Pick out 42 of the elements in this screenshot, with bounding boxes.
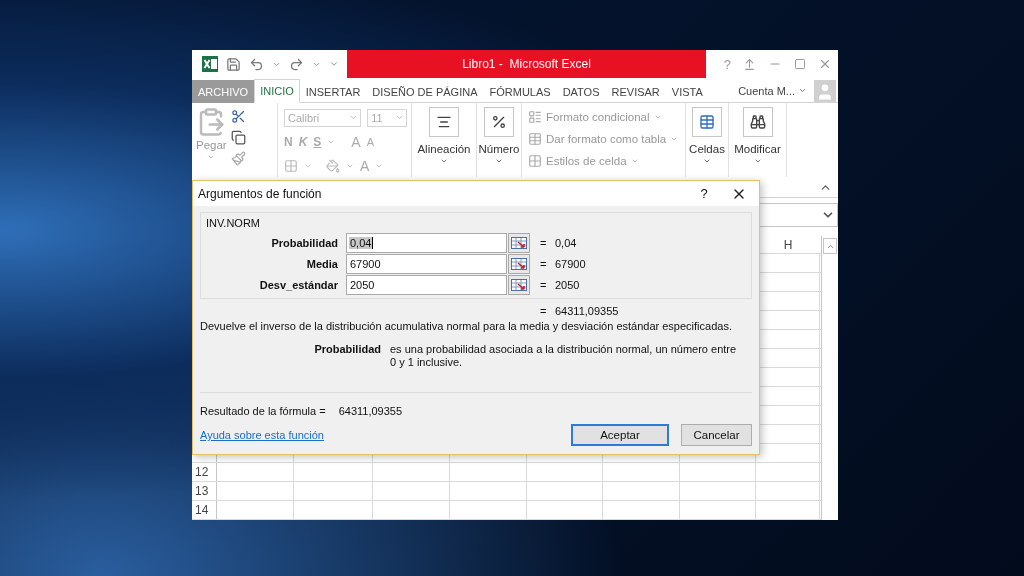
ribbon-button[interactable]: Número [478,106,520,177]
equals-sign: = [540,279,548,291]
ribbon-button[interactable]: Alineación [417,106,471,177]
accept-button[interactable]: Aceptar [571,424,669,446]
result-label: Resultado de la fórmula = [200,405,326,417]
ribbon-button[interactable]: Celdas [689,106,725,177]
function-result: 64311,09355 [555,305,619,317]
argument-label: Desv_estándar [258,279,339,291]
equals-sign: = [540,305,548,317]
result-value: 64311,09355 [338,405,403,417]
equals-sign: = [540,258,548,270]
argument-field[interactable]: 0,04 [346,233,507,253]
help-button[interactable]: ? [689,186,719,201]
equals-sign: = [540,237,548,249]
argument-result: 67900 [555,258,586,270]
argument-label: Probabilidad [270,237,339,249]
ribbon-tab[interactable]: REVISAR [605,79,666,103]
function-name: INV.NORM [206,217,260,229]
help-link[interactable]: Ayuda sobre esta función [200,429,571,441]
argument-label: Media [305,258,339,270]
ribbon-tab[interactable]: INSERTAR [299,79,367,103]
ribbon-tab[interactable]: VISTA [665,79,709,103]
row-number[interactable]: 13 [192,482,217,500]
ribbon-tab[interactable]: DATOS [556,79,606,103]
column-header[interactable]: H [756,236,820,253]
window-title: Libro1 - Microsoft Excel [347,50,706,78]
account-name[interactable]: Cuenta M... [738,84,795,97]
dialog-title: Argumentos de función [198,186,323,201]
argument-field[interactable]: 2050 [346,275,507,295]
ribbon-tab[interactable]: FÓRMULAS [483,79,557,103]
argument-description: es una probabilidad asociada a la distribución normal, un número entre 0 y 1 inclusive. [390,343,738,369]
argument-result: 2050 [555,279,580,291]
ribbon-tab[interactable]: INICIO [254,78,300,103]
argument-result: 0,04 [555,237,577,249]
cancel-button[interactable]: Cancelar [681,424,752,446]
function-description: Devuelve el inverso de la distribución acumulativa normal para la media y desviación estándar especificadas. [199,320,733,332]
ribbon-button[interactable]: Modificar [734,106,781,177]
ribbon-tab[interactable]: DISEÑO DE PÁGINA [366,79,484,103]
argument-field[interactable]: 67900 [346,254,507,274]
row-number[interactable]: 12 [192,463,217,481]
argument-name: Probabilidad [313,343,382,357]
row-number[interactable]: 14 [192,501,217,519]
